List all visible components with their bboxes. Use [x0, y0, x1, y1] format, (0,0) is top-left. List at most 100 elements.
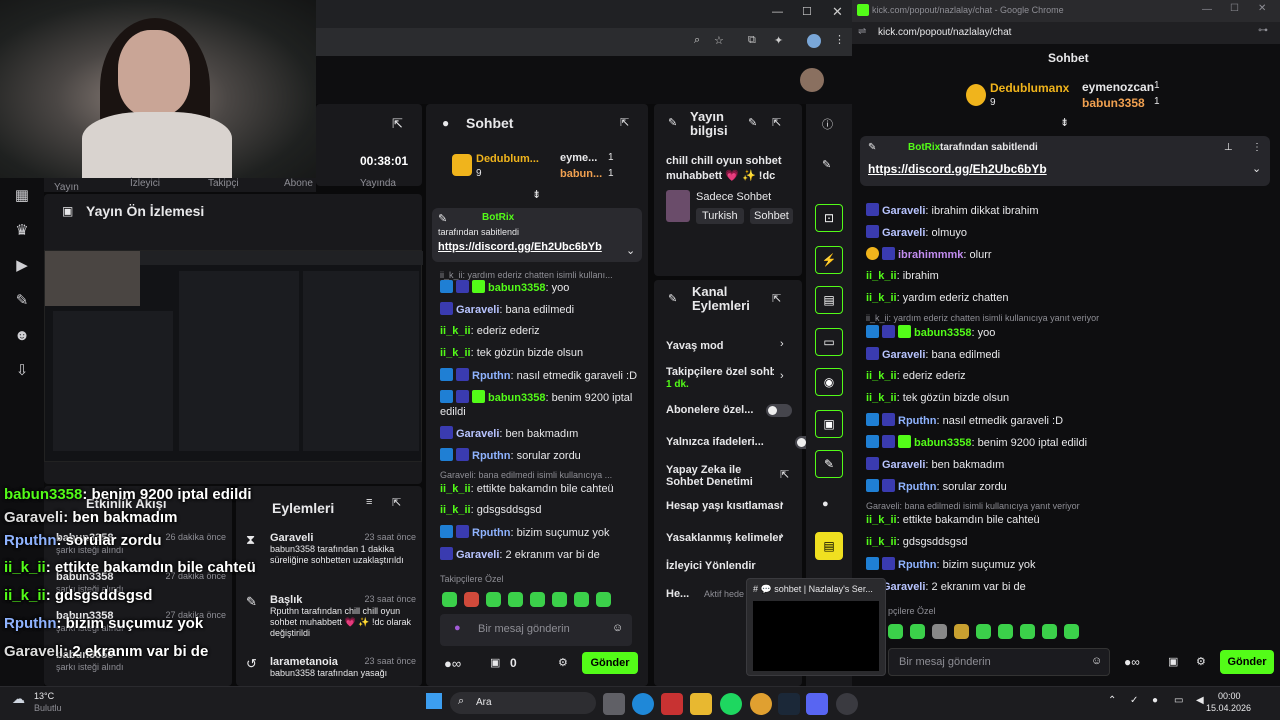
chat-user[interactable]: ii_k_ii [866, 270, 897, 282]
stream-category[interactable]: Sadece Sohbet [696, 191, 771, 203]
clapper-icon[interactable]: ▤ [815, 532, 843, 560]
leaderboard-user[interactable]: Dedublum... [476, 153, 539, 165]
avatar[interactable] [800, 68, 824, 92]
chat-user[interactable]: Rputhn [898, 559, 936, 571]
collapse-icon[interactable]: ⇟ [1060, 116, 1069, 129]
emote-icon[interactable] [464, 592, 479, 607]
chat-user[interactable]: Garaveli [882, 581, 925, 593]
gear-icon[interactable]: ⚙ [558, 656, 568, 669]
mic-icon[interactable]: ● [1152, 695, 1158, 706]
kicks-icon[interactable]: ● [822, 498, 829, 510]
taskbar-search[interactable]: ⌕ Ara [450, 692, 596, 714]
key-icon[interactable]: ⊶ [1258, 25, 1268, 36]
gear-icon[interactable]: ⚙ [1196, 655, 1206, 668]
emote-icon[interactable] [954, 624, 969, 639]
chat-user[interactable]: ii_k_ii [866, 536, 897, 548]
cloud-icon[interactable]: ☁ [12, 691, 25, 707]
leaderboard-user[interactable]: Dedublumanx [990, 81, 1069, 95]
popout-icon[interactable]: ⇱ [392, 496, 401, 509]
note-icon[interactable]: ▤ [815, 286, 843, 314]
chat-user[interactable]: ii_k_ii [866, 292, 897, 304]
screen-icon[interactable]: ▣ [815, 410, 843, 438]
action-account-age[interactable]: Hesap yaşı kısıtlaması [666, 500, 783, 512]
popout-icon[interactable]: ⇱ [772, 116, 781, 129]
chat-user[interactable]: ii_k_ii [440, 483, 471, 495]
pencil-icon[interactable]: ✎ [822, 158, 831, 171]
chat-user[interactable]: ii_k_ii [440, 325, 471, 337]
weather-temp[interactable]: 13°C [34, 691, 54, 701]
chevron-right-icon[interactable]: › [780, 370, 784, 382]
chat-input[interactable]: ● Bir mesaj gönderin ☺ [440, 614, 632, 646]
chat-user[interactable]: Garaveli [456, 549, 499, 561]
stats-icon[interactable]: ▦ [0, 178, 44, 213]
emote-icon[interactable] [1042, 624, 1057, 639]
chat-user[interactable]: Rputhn [472, 450, 510, 462]
flash-icon[interactable]: ⚡ [815, 246, 843, 274]
users-icon[interactable]: ☻ [0, 318, 44, 353]
network-icon[interactable]: ▭ [1174, 695, 1183, 706]
chat-user[interactable]: babun3358 [914, 327, 971, 339]
extensions-icon[interactable]: ✦ [774, 34, 783, 47]
chat-user[interactable]: ii_k_ii [440, 504, 471, 516]
kicks-icon[interactable]: ●∞ [1124, 655, 1140, 669]
emote-icon[interactable] [1064, 624, 1079, 639]
tray-chevron-icon[interactable]: ⌃ [1108, 695, 1116, 706]
steam-icon[interactable] [778, 693, 800, 715]
popout-icon[interactable]: ⇱ [392, 116, 403, 132]
leaderboard-user[interactable]: eymenozcan [1082, 80, 1154, 94]
chat-user[interactable]: babun3358 [488, 392, 545, 404]
emote-icon[interactable] [1020, 624, 1035, 639]
external-link-icon[interactable]: ⇱ [780, 468, 789, 481]
chat-user[interactable]: Rputhn [472, 527, 510, 539]
minimize-icon[interactable]: — [772, 6, 783, 18]
chat-user[interactable]: Garaveli [882, 227, 925, 239]
chat-user[interactable]: ii_k_ii [866, 514, 897, 526]
info-icon[interactable]: ⓘ [822, 116, 833, 132]
edge-icon[interactable] [632, 693, 654, 715]
emote-icon[interactable] [910, 624, 925, 639]
zoom-icon[interactable]: ⌕ [694, 34, 700, 47]
leaderboard-user[interactable]: eyme... [560, 152, 597, 164]
send-button[interactable]: Gönder [582, 652, 638, 674]
pencil-icon[interactable]: ✎ [748, 116, 757, 129]
tray-app-icon[interactable]: ✓ [1130, 695, 1138, 706]
emote-icon[interactable] [552, 592, 567, 607]
chat-user[interactable]: ii_k_ii [866, 392, 897, 404]
chevron-down-icon[interactable]: ⌄ [626, 244, 635, 257]
site-info-icon[interactable]: ⇌ [858, 26, 866, 37]
emote-icon[interactable] [574, 592, 589, 607]
action-ai-moderation[interactable]: Yapay Zeka ile Sohbet Denetimi [666, 464, 762, 488]
maximize-icon[interactable]: ☐ [802, 5, 812, 18]
collapse-icon[interactable]: ⇟ [532, 188, 541, 201]
clock-date[interactable]: 15.04.2026 [1206, 703, 1251, 713]
emote-icon[interactable] [486, 592, 501, 607]
chat-user[interactable]: babun3358 [914, 437, 971, 449]
media-icon[interactable]: ⧉ [748, 34, 756, 47]
emote-icon[interactable] [976, 624, 991, 639]
menu-dots-icon[interactable]: ⋮ [1252, 142, 1262, 153]
app-icon[interactable] [836, 693, 858, 715]
chevron-right-icon[interactable]: › [780, 498, 784, 510]
chevron-right-icon[interactable]: › [780, 338, 784, 350]
video-icon[interactable]: ▶ [0, 248, 44, 283]
stream-tag[interactable]: Sohbet [750, 208, 793, 224]
emote-icon[interactable] [508, 592, 523, 607]
chat-user[interactable]: Garaveli [456, 428, 499, 440]
emote-icon[interactable] [932, 624, 947, 639]
clip-icon[interactable]: ⊡ [815, 204, 843, 232]
chat-user[interactable]: Rputhn [472, 370, 510, 382]
chat-user[interactable]: Garaveli [882, 459, 925, 471]
emoji-icon[interactable]: ☺ [612, 622, 623, 634]
pin-icon[interactable]: ⊥ [1224, 142, 1233, 153]
leaderboard-user[interactable]: babun3358 [1082, 96, 1145, 110]
chat-user[interactable]: Rputhn [898, 415, 936, 427]
chrome-icon[interactable] [750, 693, 772, 715]
emote-icon[interactable] [998, 624, 1013, 639]
close-icon[interactable]: ✕ [1258, 3, 1266, 14]
gift-icon[interactable]: ▣ [490, 656, 500, 669]
chevron-right-icon[interactable]: › [780, 530, 784, 542]
popout-url[interactable]: kick.com/popout/nazlalay/chat [878, 27, 1011, 38]
chat-user[interactable]: Garaveli [882, 205, 925, 217]
profile-icon[interactable] [807, 34, 821, 48]
task-view-icon[interactable] [603, 693, 625, 715]
